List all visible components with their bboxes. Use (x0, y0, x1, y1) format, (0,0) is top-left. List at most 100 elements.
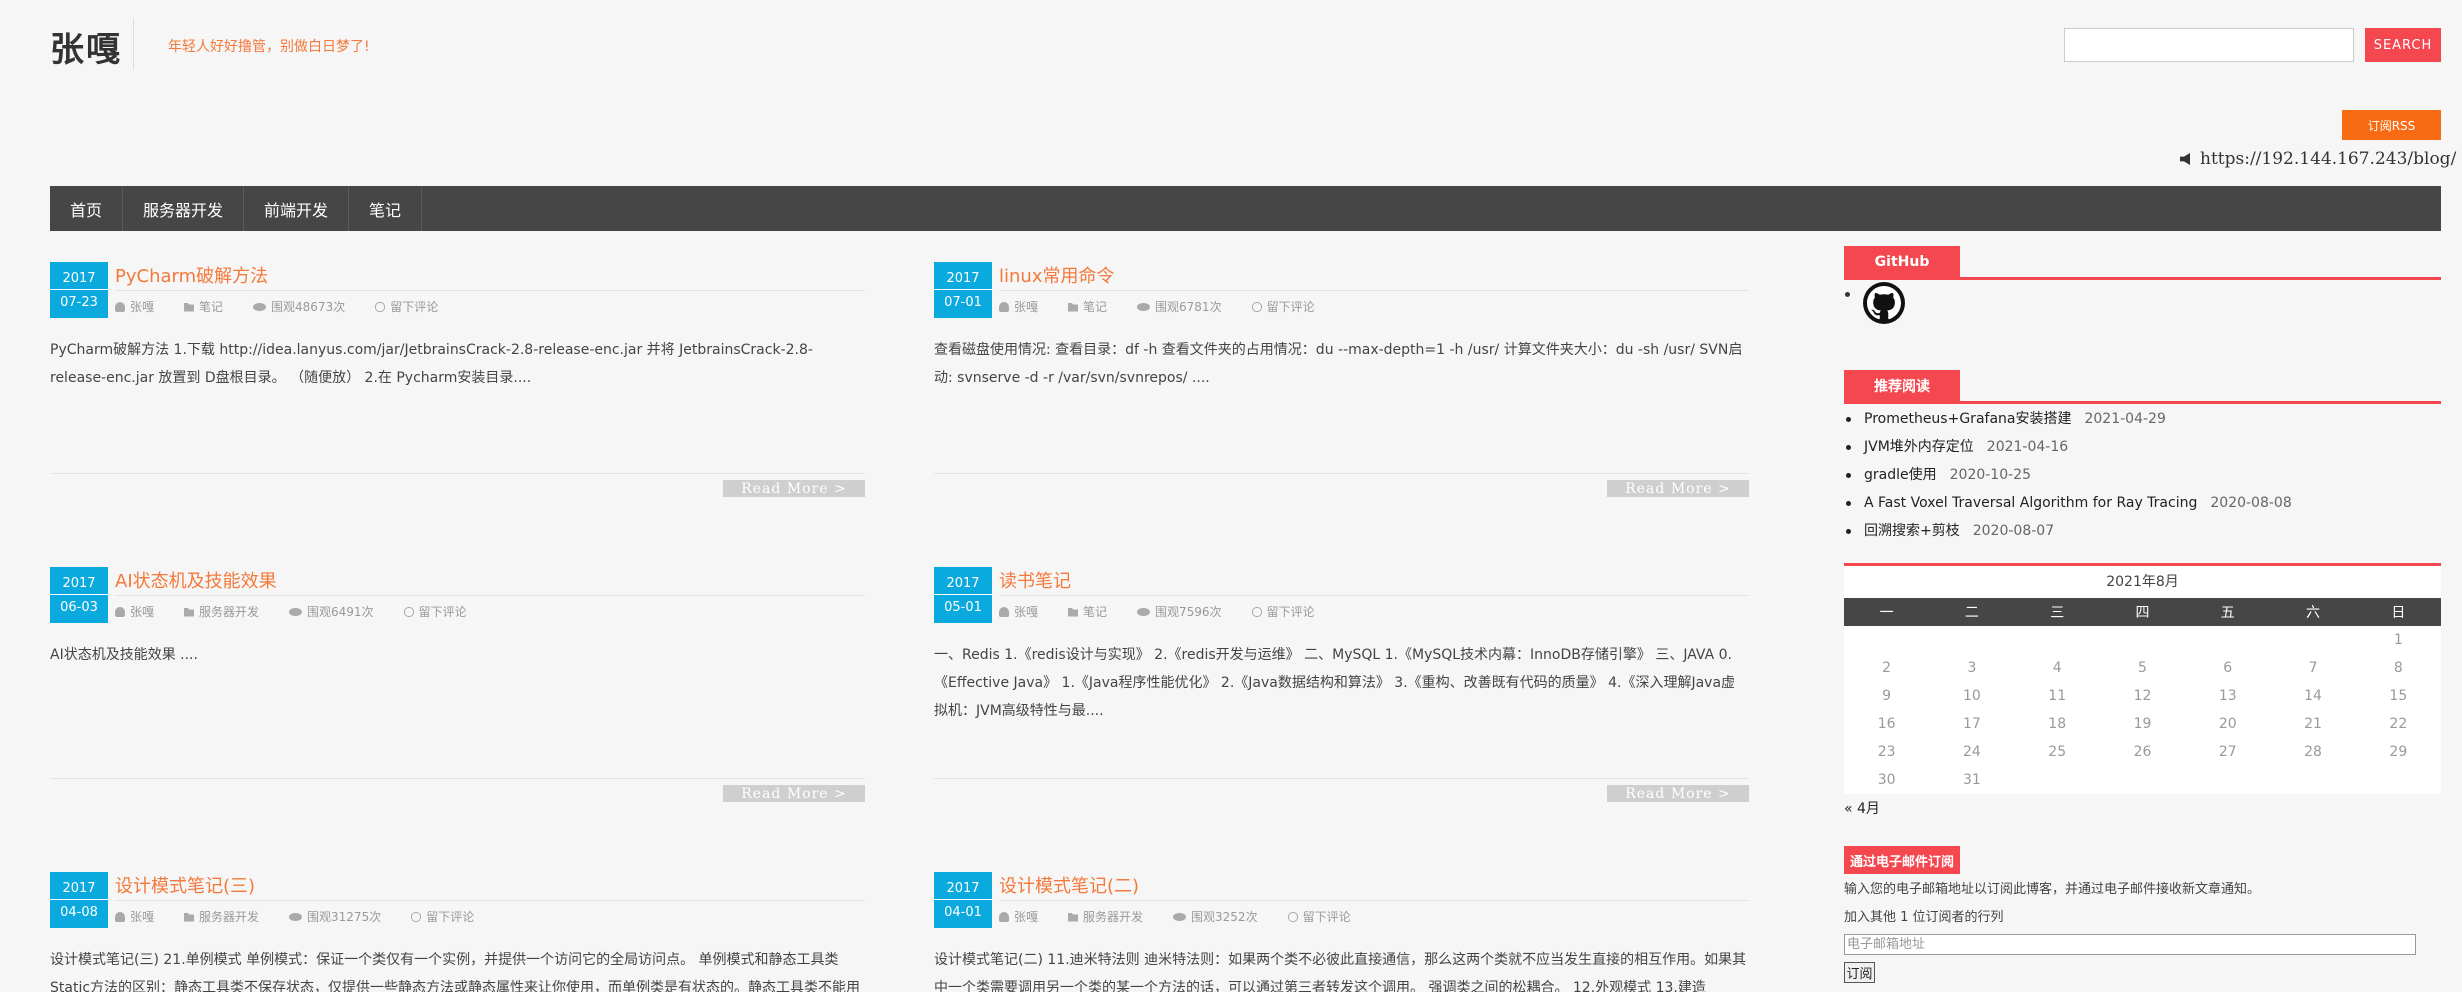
read-more-button[interactable]: Read More > (723, 785, 865, 802)
recommend-link[interactable]: gradle使用 (1864, 461, 1937, 489)
folder-icon (184, 303, 195, 312)
site-url[interactable]: https://192.144.167.243/blog/ (2180, 149, 2456, 169)
post-comments[interactable]: 留下评论 (426, 908, 474, 925)
calendar-day (2100, 626, 2185, 654)
email-field[interactable]: 电子邮箱地址 (1844, 934, 2416, 955)
post-title[interactable]: AI状态机及技能效果 (115, 567, 277, 593)
date-day: 04-08 (60, 905, 98, 920)
calendar-day (2356, 766, 2441, 794)
post-author[interactable]: 张嘎 (130, 298, 154, 315)
recommend-date: 2021-04-16 (1986, 439, 2069, 455)
subscriber-count: 加入其他 1 位订阅者的行列 (1844, 910, 2004, 925)
recommend-date: 2021-04-29 (2084, 411, 2166, 427)
post-separator (50, 473, 865, 474)
github-icon[interactable] (1863, 282, 1905, 324)
calendar-day: 4 (2052, 660, 2062, 676)
post-excerpt: 设计模式笔记(三) 21.单例模式 单例模式：保证一个类仅有一个实例，并提供一个… (50, 952, 861, 992)
calendar-day: 2 (1882, 660, 1892, 676)
site-url-text[interactable]: https://192.144.167.243/blog/ (2200, 149, 2456, 169)
post-meta: 张嘎 服务器开发 围观3252次 留下评论 (999, 908, 1351, 925)
calendar-day: 26 (2133, 744, 2152, 760)
rss-subscribe-button[interactable]: 订阅RSS (2342, 110, 2441, 140)
post-category[interactable]: 服务器开发 (199, 603, 259, 620)
recommend-link[interactable]: 回溯搜索+剪枝 (1864, 517, 1960, 545)
folder-icon (184, 913, 195, 922)
read-more-button[interactable]: Read More > (1607, 480, 1749, 497)
nav-item-frontend[interactable]: 前端开发 (244, 186, 350, 231)
calendar-caption: 2021年8月 (2106, 574, 2179, 590)
title-divider (999, 290, 1749, 291)
list-item: A Fast Voxel Traversal Algorithm for Ray… (1844, 489, 2292, 517)
post-author[interactable]: 张嘎 (1014, 908, 1038, 925)
user-icon (999, 301, 1009, 312)
list-item: Prometheus+Grafana安装搭建 2021-04-29 (1844, 405, 2292, 433)
post-category[interactable]: 服务器开发 (199, 908, 259, 925)
post-meta: 张嘎 笔记 围观6781次 留下评论 (999, 298, 1315, 315)
calendar-prev-month-link[interactable]: « 4月 (1844, 798, 1880, 818)
calendar-day: 19 (2133, 716, 2152, 732)
calendar-day: 13 (2218, 688, 2237, 704)
post-author[interactable]: 张嘎 (130, 908, 154, 925)
post-comments[interactable]: 留下评论 (419, 603, 467, 620)
post-category[interactable]: 笔记 (1083, 298, 1107, 315)
calendar-weekday: 五 (2185, 598, 2271, 626)
site-title[interactable]: 张嘎 (50, 22, 122, 71)
post-author[interactable]: 张嘎 (1014, 603, 1038, 620)
calendar-day: 1 (2393, 632, 2403, 648)
calendar-day (1844, 626, 1929, 654)
recommend-link[interactable]: A Fast Voxel Traversal Algorithm for Ray… (1864, 489, 2197, 517)
calendar-week: 9 10 11 12 13 14 15 (1844, 682, 2441, 710)
read-more-button[interactable]: Read More > (1607, 785, 1749, 802)
post-author[interactable]: 张嘎 (130, 603, 154, 620)
nav-item-notes[interactable]: 笔记 (349, 186, 423, 231)
calendar-day: 21 (2304, 716, 2322, 732)
nav-item-server[interactable]: 服务器开发 (123, 186, 245, 231)
calendar-day (2270, 766, 2355, 794)
calendar-day: 5 (2138, 660, 2147, 676)
calendar-day: 31 (1963, 772, 1981, 788)
folder-icon (1068, 303, 1079, 312)
post-title[interactable]: 读书笔记 (999, 567, 1071, 593)
calendar-body: 1 2 3 4 5 6 7 8 9 10 11 12 13 14 15 16 17 18 19 20 21 22 23 24 2… (1844, 626, 2441, 794)
calendar-day: 27 (2218, 744, 2237, 760)
post-comments[interactable]: 留下评论 (1267, 298, 1315, 315)
list-item: JVM堆外内存定位 2021-04-16 (1844, 433, 2292, 461)
post-card: 2017 07-23 PyCharm破解方法 张嘎 笔记 围观48673次 留下评… (50, 262, 865, 502)
calendar-table: 一 二 三 四 五 六 日 1 2 3 4 5 6 7 8 9 10 11 12 13 14 15 16 17 1… (1844, 598, 2441, 794)
recommend-link[interactable]: Prometheus+Grafana安装搭建 (1864, 405, 2071, 433)
post-category[interactable]: 笔记 (199, 298, 223, 315)
date-year: 2017 (50, 872, 108, 900)
date-day: 06-03 (60, 600, 98, 615)
calendar-day (1929, 626, 2014, 654)
search-input[interactable] (2064, 28, 2354, 62)
post-title[interactable]: PyCharm破解方法 (115, 262, 268, 288)
widget-divider (1844, 277, 2441, 280)
nav-item-home[interactable]: 首页 (50, 186, 124, 231)
post-title[interactable]: 设计模式笔记(二) (999, 872, 1139, 898)
post-comments[interactable]: 留下评论 (390, 298, 438, 315)
post-excerpt: PyCharm破解方法 1.下载 http://idea.lanyus.com/… (50, 342, 813, 386)
recommend-date: 2020-08-08 (2210, 495, 2292, 511)
post-separator (50, 778, 865, 779)
date-badge: 2017 06-03 (50, 567, 108, 623)
post-title[interactable]: 设计模式笔记(三) (115, 872, 255, 898)
post-comments[interactable]: 留下评论 (1267, 603, 1315, 620)
comment-icon (1287, 911, 1298, 922)
post-category[interactable]: 服务器开发 (1083, 908, 1143, 925)
read-more-button[interactable]: Read More > (723, 480, 865, 497)
post-category[interactable]: 笔记 (1083, 603, 1107, 620)
search-button[interactable]: SEARCH (2365, 28, 2441, 62)
eye-icon (1173, 912, 1187, 921)
post-title[interactable]: linux常用命令 (999, 262, 1114, 288)
list-bullet (1845, 292, 1850, 297)
calendar-widget: 2021年8月 一 二 三 四 五 六 日 1 2 3 4 5 6 7 8 9 10 11 12 13 1… (1844, 566, 2441, 794)
post-comments[interactable]: 留下评论 (1303, 908, 1351, 925)
eye-icon (253, 302, 267, 311)
post-card: 2017 05-01 读书笔记 张嘎 笔记 围观7596次 留下评论 一、Redi… (934, 567, 1749, 807)
subscribe-button[interactable]: 订阅 (1844, 962, 1875, 983)
calendar-day: 15 (2389, 688, 2408, 704)
recommend-link[interactable]: JVM堆外内存定位 (1864, 433, 1974, 461)
calendar-day: 10 (1963, 688, 1981, 704)
post-author[interactable]: 张嘎 (1014, 298, 1038, 315)
post-meta: 张嘎 服务器开发 围观31275次 留下评论 (115, 908, 474, 925)
